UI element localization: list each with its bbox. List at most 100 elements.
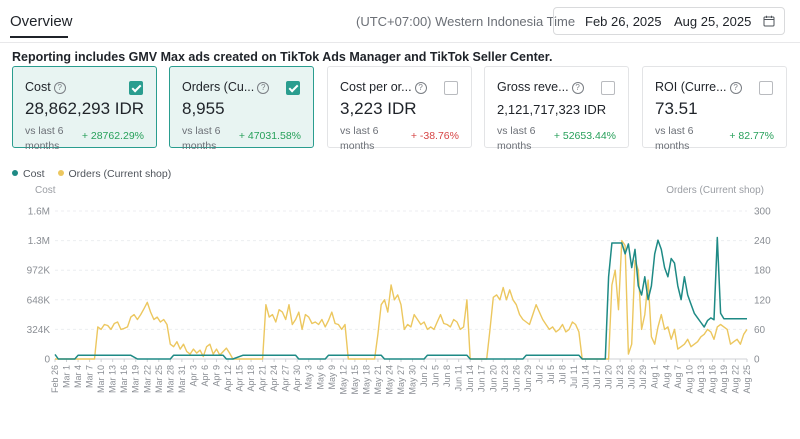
legend-item-cost[interactable]: Cost bbox=[12, 168, 45, 180]
x-tick-label: Mar 25 bbox=[154, 365, 164, 393]
legend-label-cost: Cost bbox=[23, 168, 45, 180]
metric-change: + 47031.58% bbox=[238, 130, 301, 142]
legend-item-orders[interactable]: Orders (Current shop) bbox=[57, 168, 172, 180]
x-tick-label: Apr 21 bbox=[258, 365, 268, 392]
line-chart: 0 324K 648K 972K 1.3M 1.6M 0 60 120 180 240 300 Feb … bbox=[27, 207, 771, 395]
metric-value: 73.51 bbox=[655, 99, 698, 118]
x-tick-label: Mar 16 bbox=[119, 365, 129, 393]
y-left-tick-label: 648K bbox=[27, 295, 51, 306]
metric-checkbox[interactable] bbox=[129, 81, 143, 95]
metric-title: Gross reve...? bbox=[497, 80, 584, 94]
x-tick-label: Jun 8 bbox=[442, 365, 452, 387]
reporting-notice: Reporting includes GMV Max ads created o… bbox=[12, 50, 553, 64]
x-tick-label: Jun 17 bbox=[477, 365, 487, 392]
y-left-tick-label: 0 bbox=[44, 355, 50, 366]
metric-card[interactable]: Gross reve...? 2,121,717,323 IDR vs last 6… bbox=[484, 66, 629, 152]
metric-title: Cost per or...? bbox=[340, 80, 427, 94]
y-right-tick-label: 120 bbox=[754, 295, 771, 306]
x-tick-label: Apr 27 bbox=[281, 365, 291, 392]
calendar-icon[interactable] bbox=[763, 15, 775, 27]
x-tick-label: Jul 26 bbox=[627, 365, 637, 389]
help-icon[interactable]: ? bbox=[257, 82, 270, 94]
help-icon[interactable]: ? bbox=[571, 82, 584, 94]
metric-title-text: Orders (Cu... bbox=[182, 80, 255, 94]
x-tick-label: Mar 1 bbox=[62, 365, 72, 388]
x-tick-label: Aug 22 bbox=[730, 365, 740, 394]
date-range-picker[interactable]: Feb 26, 2025 - Aug 25, 2025 bbox=[553, 7, 785, 35]
x-tick-label: Jun 29 bbox=[523, 365, 533, 392]
x-tick-label: May 15 bbox=[350, 365, 360, 395]
metric-title-text: Gross reve... bbox=[497, 80, 569, 94]
metric-change: + 82.77% bbox=[729, 130, 774, 142]
x-tick-label: Mar 10 bbox=[96, 365, 106, 393]
timezone-label: (UTC+07:00) Western Indonesia Time bbox=[356, 14, 576, 29]
x-tick-label: Jul 11 bbox=[569, 365, 579, 388]
x-tick-label: Jul 14 bbox=[581, 365, 591, 389]
metric-title: Cost? bbox=[25, 80, 66, 94]
x-tick-label: Jun 20 bbox=[488, 365, 498, 392]
x-tick-label: Apr 30 bbox=[292, 365, 302, 392]
y-right-tick-label: 60 bbox=[754, 325, 766, 336]
x-tick-label: Mar 28 bbox=[165, 365, 175, 393]
x-tick-label: Apr 24 bbox=[269, 365, 279, 392]
metric-change: + 52653.44% bbox=[553, 130, 616, 142]
metric-card[interactable]: Orders (Cu...? 8,955 vs last 6 months + 470… bbox=[169, 66, 314, 152]
chart-legend: Cost Orders (Current shop) bbox=[12, 168, 181, 180]
x-tick-label: May 30 bbox=[408, 365, 418, 395]
x-tick-label: Apr 9 bbox=[211, 365, 221, 387]
help-icon[interactable]: ? bbox=[53, 82, 66, 94]
cost-series-line bbox=[54, 236, 747, 360]
tab-overview[interactable]: Overview bbox=[10, 13, 73, 30]
metric-title-text: Cost bbox=[25, 80, 51, 94]
y-right-tick-label: 240 bbox=[754, 236, 771, 247]
x-tick-label: Aug 10 bbox=[684, 365, 694, 394]
metric-checkbox[interactable] bbox=[286, 81, 300, 95]
x-tick-label: Jul 29 bbox=[638, 365, 648, 389]
metric-value: 2,121,717,323 IDR bbox=[497, 102, 607, 117]
date-start[interactable]: Feb 26, 2025 bbox=[585, 14, 662, 29]
x-tick-label: Jun 14 bbox=[465, 365, 475, 392]
metric-card[interactable]: Cost? 28,862,293 IDR vs last 6 months + 287… bbox=[12, 66, 157, 152]
x-tick-label: Jun 11 bbox=[454, 365, 464, 391]
metric-card[interactable]: ROI (Curre...? 73.51 vs last 6 months + 82.… bbox=[642, 66, 787, 152]
y-right-tick-label: 300 bbox=[754, 207, 771, 218]
x-tick-label: Jul 20 bbox=[604, 365, 614, 389]
x-tick-label: Apr 6 bbox=[200, 365, 210, 387]
x-tick-label: Aug 4 bbox=[661, 365, 671, 389]
x-tick-label: May 24 bbox=[384, 365, 394, 395]
y-left-tick-label: 324K bbox=[27, 325, 51, 336]
x-tick-label: Aug 7 bbox=[673, 365, 683, 389]
date-end[interactable]: Aug 25, 2025 bbox=[674, 14, 751, 29]
date-separator: - bbox=[657, 14, 662, 29]
y-left-tick-label: 1.3M bbox=[28, 236, 50, 247]
metric-title-text: Cost per or... bbox=[340, 80, 412, 94]
x-tick-label: Jun 5 bbox=[431, 365, 441, 387]
legend-dot-cost bbox=[12, 170, 18, 176]
metric-checkbox[interactable] bbox=[444, 81, 458, 95]
x-tick-label: May 18 bbox=[361, 365, 371, 395]
y-right-tick-label: 180 bbox=[754, 266, 771, 277]
help-icon[interactable]: ? bbox=[729, 82, 742, 94]
metric-value: 3,223 IDR bbox=[340, 99, 417, 118]
x-tick-label: May 9 bbox=[327, 365, 337, 390]
x-tick-label: May 21 bbox=[373, 365, 383, 395]
legend-label-orders: Orders (Current shop) bbox=[68, 168, 172, 180]
metric-checkbox[interactable] bbox=[601, 81, 615, 95]
metric-title: Orders (Cu...? bbox=[182, 80, 270, 94]
divider bbox=[0, 42, 800, 43]
top-bar: Overview (UTC+07:00) Western Indonesia T… bbox=[0, 0, 800, 44]
x-tick-label: Aug 19 bbox=[719, 365, 729, 394]
x-tick-label: Jul 17 bbox=[592, 365, 602, 389]
metric-checkbox[interactable] bbox=[759, 81, 773, 95]
metric-change: + 28762.29% bbox=[81, 130, 144, 142]
x-tick-label: Aug 25 bbox=[742, 365, 752, 394]
x-tick-label: May 6 bbox=[315, 365, 325, 390]
x-tick-label: Mar 31 bbox=[177, 365, 187, 393]
metric-title-text: ROI (Curre... bbox=[655, 80, 727, 94]
x-tick-label: Jun 26 bbox=[511, 365, 521, 392]
x-tick-label: Jun 23 bbox=[500, 365, 510, 392]
metric-card[interactable]: Cost per or...? 3,223 IDR vs last 6 months… bbox=[327, 66, 472, 152]
x-tick-label: Aug 16 bbox=[707, 365, 717, 394]
help-icon[interactable]: ? bbox=[414, 82, 427, 94]
legend-dot-orders bbox=[57, 170, 64, 176]
